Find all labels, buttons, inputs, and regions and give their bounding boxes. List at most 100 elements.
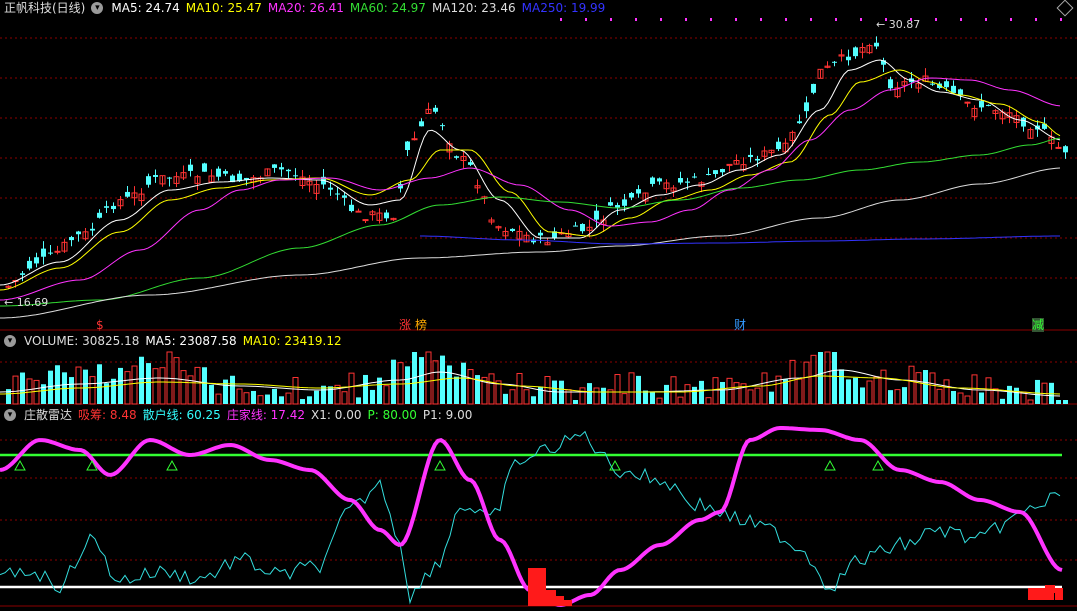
candle-body [293, 175, 298, 177]
volume-bar [236, 388, 243, 405]
volume-bar [908, 365, 915, 405]
candle-body [90, 228, 95, 231]
candle-body [153, 175, 158, 177]
volume-bar [733, 382, 740, 405]
marker-dollar[interactable]: $ [96, 318, 104, 332]
signal-tick [685, 18, 687, 21]
candle-body [622, 199, 627, 206]
candle-body [538, 232, 543, 236]
volume-bar [314, 390, 319, 404]
candle-body [419, 121, 424, 127]
accumulation-bar [1055, 588, 1063, 600]
signal-tick [585, 18, 587, 21]
volume-bar [853, 377, 858, 404]
signal-tick [710, 18, 712, 21]
signal-triangle-icon [872, 459, 884, 471]
volume-bar [370, 389, 375, 404]
volume-bar [97, 364, 102, 404]
volume-bar [265, 394, 270, 404]
volume-bar [979, 392, 984, 404]
candle-body [384, 212, 389, 219]
volume-ma10-line [0, 375, 1061, 395]
candle-body [874, 42, 879, 47]
candle-body [726, 163, 733, 166]
signal-tick [1035, 18, 1037, 21]
volume-bar [131, 365, 138, 405]
volume-bar [754, 387, 761, 405]
candle-body [188, 164, 193, 171]
volume-bar [454, 376, 459, 404]
signal-tick [1010, 18, 1012, 21]
accumulation-bar [564, 600, 572, 606]
candle-body [685, 181, 690, 183]
volume-bar [656, 397, 663, 405]
signal-triangle-icon [14, 459, 26, 471]
volume-bar [839, 369, 844, 404]
candle-body [748, 154, 753, 157]
volume-bar [118, 367, 123, 404]
volume-bar [230, 375, 235, 404]
marker-jian[interactable]: 减 [1032, 318, 1045, 332]
volume-bar [621, 393, 628, 405]
accumulation-bar [528, 568, 546, 606]
candle-body [48, 252, 53, 254]
volume-bar [419, 357, 424, 404]
volume-bar [866, 380, 873, 405]
candle-body [146, 176, 151, 185]
volume-bar [789, 359, 796, 405]
candle-body [328, 187, 333, 190]
volume-bar [846, 379, 851, 404]
volume-bar [397, 362, 404, 405]
candle-body [979, 101, 984, 108]
candle-body [54, 250, 61, 253]
candle-body [223, 171, 228, 174]
volume-bar [48, 370, 53, 404]
candle-body [776, 141, 781, 150]
signal-tick [735, 18, 737, 21]
volume-bar [383, 385, 390, 405]
volume-bar [209, 384, 214, 404]
signal-tick [785, 18, 787, 21]
marker-bang[interactable]: 榜 [415, 318, 427, 332]
candle-body [930, 83, 935, 85]
signal-tick [810, 18, 812, 21]
volume-bar [503, 393, 508, 404]
volume-bar [818, 352, 823, 404]
candle-body [580, 223, 585, 232]
volume-bar [726, 377, 733, 405]
signal-tick [560, 18, 562, 21]
candle-body [97, 212, 102, 218]
candle-body [811, 83, 816, 93]
volume-bar [20, 372, 25, 404]
volume-bar [796, 378, 803, 405]
volume-bar [614, 374, 621, 405]
chart-canvas[interactable]: ← 30.87 ← 16.69 [0, 0, 1077, 611]
stock-chart-window: 正帆科技(日线) ▾ MA5: 24.74 MA10: 25.47 MA20: 26… [0, 0, 1077, 611]
volume-bar [636, 375, 641, 404]
volume-bar [447, 365, 452, 404]
candle-body [1021, 117, 1026, 127]
volume-bar [769, 391, 774, 404]
candle-body [706, 173, 711, 175]
volume-bar [810, 354, 817, 405]
signal-triangle-icon [824, 459, 836, 471]
candle-body [69, 237, 74, 241]
volume-bar [936, 388, 943, 405]
volume-bar [573, 400, 578, 404]
volume-bar [202, 367, 207, 404]
volume-bar [544, 376, 551, 405]
volume-bar [257, 395, 264, 405]
marker-zhang[interactable]: 涨 [399, 318, 411, 332]
volume-bar [1007, 385, 1012, 404]
candle-body [720, 169, 725, 173]
candle-body [272, 164, 277, 168]
volume-bar [488, 373, 495, 405]
volume-bar [516, 372, 523, 405]
candle-body [41, 248, 46, 257]
marker-cai[interactable]: 财 [734, 318, 746, 332]
candle-body [573, 225, 578, 227]
signal-tick [910, 18, 912, 21]
volume-bar [593, 387, 600, 405]
candle-body [202, 163, 207, 172]
volume-bar [69, 377, 74, 404]
